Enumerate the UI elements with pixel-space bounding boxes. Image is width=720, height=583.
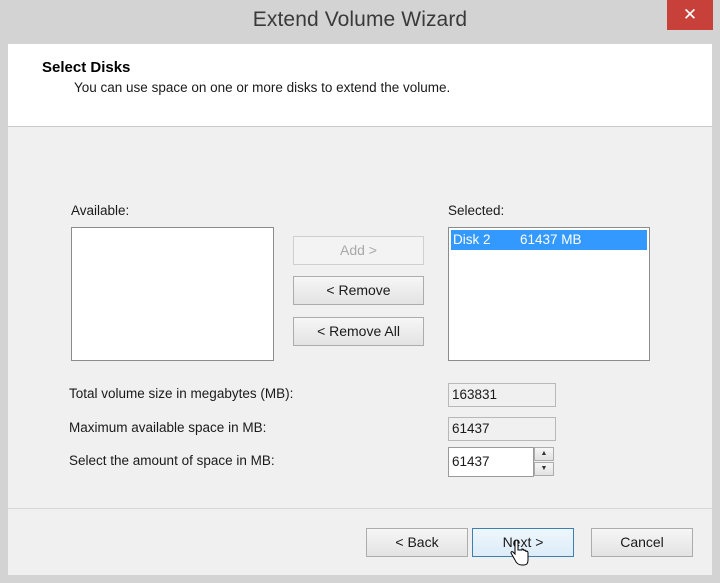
- extend-volume-wizard-window: Extend Volume Wizard ✕ Select Disks You …: [0, 0, 720, 583]
- max-space-label: Maximum available space in MB:: [69, 420, 267, 435]
- back-button[interactable]: < Back: [366, 528, 468, 557]
- page-subtitle: You can use space on one or more disks t…: [74, 80, 451, 95]
- window-frame-left: [0, 44, 8, 583]
- remove-button[interactable]: < Remove: [293, 276, 424, 305]
- cancel-button[interactable]: Cancel: [591, 528, 693, 557]
- total-size-label: Total volume size in megabytes (MB):: [69, 386, 294, 401]
- spin-down-button[interactable]: ▼: [534, 462, 554, 476]
- title-bar[interactable]: Extend Volume Wizard ✕: [0, 0, 720, 45]
- wizard-header: Select Disks You can use space on one or…: [8, 44, 712, 127]
- add-button[interactable]: Add >: [293, 236, 424, 265]
- window-frame-bottom: [0, 575, 720, 583]
- triangle-down-icon: ▼: [540, 465, 548, 472]
- close-button[interactable]: ✕: [667, 0, 713, 30]
- remove-all-button[interactable]: < Remove All: [293, 317, 424, 346]
- hand-cursor-icon: [510, 540, 529, 566]
- amount-spinbox-input[interactable]: 61437: [448, 447, 534, 477]
- window-frame-right: [712, 44, 720, 583]
- available-label: Available:: [71, 203, 130, 218]
- selected-label: Selected:: [448, 203, 505, 218]
- available-listbox[interactable]: [71, 227, 274, 361]
- list-item-disk: Disk 2: [453, 232, 491, 247]
- list-item[interactable]: Disk 2 61437 MB: [451, 230, 647, 250]
- triangle-up-icon: ▲: [540, 450, 548, 457]
- list-item-size: 61437 MB: [520, 232, 582, 247]
- window-title: Extend Volume Wizard: [252, 8, 468, 31]
- amount-spinbox-buttons: ▲ ▼: [534, 447, 556, 477]
- max-space-field: 61437: [448, 417, 556, 441]
- page-title: Select Disks: [42, 59, 131, 76]
- spin-up-button[interactable]: ▲: [534, 447, 554, 461]
- amount-label: Select the amount of space in MB:: [69, 453, 275, 468]
- total-size-field: 163831: [448, 383, 556, 407]
- selected-listbox[interactable]: Disk 2 61437 MB: [448, 227, 650, 361]
- close-icon: ✕: [682, 5, 698, 24]
- footer-divider: [8, 508, 712, 509]
